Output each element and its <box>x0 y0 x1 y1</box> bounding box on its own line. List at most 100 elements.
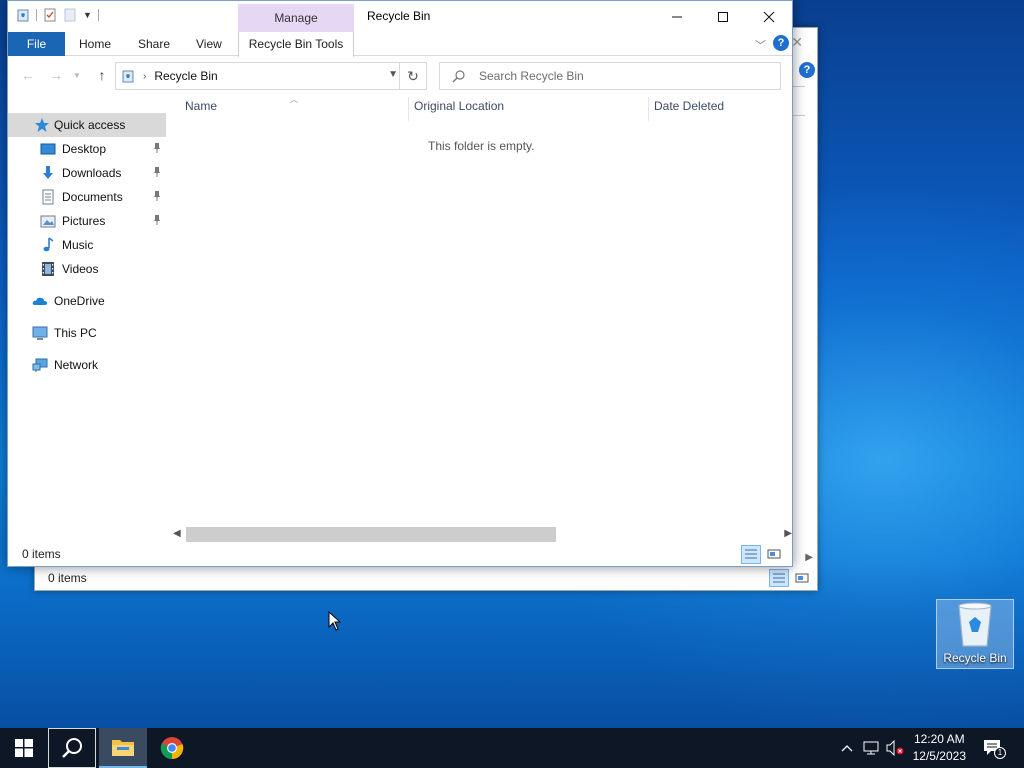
folder-icon <box>112 740 134 756</box>
sidebar-item-documents[interactable]: Documents <box>8 185 166 209</box>
help-icon[interactable]: ? <box>799 62 815 78</box>
action-center-button[interactable]: 1 <box>982 738 1006 761</box>
taskbar: 12:20 AM 12/5/2023 1 <box>0 728 1024 768</box>
system-tray: 12:20 AM 12/5/2023 1 <box>824 728 1024 768</box>
column-header-date-deleted[interactable]: Date Deleted <box>654 99 724 113</box>
search-box[interactable] <box>439 62 781 90</box>
start-button[interactable] <box>0 728 48 768</box>
customize-toolbar-icon[interactable]: ▼ <box>83 10 92 20</box>
close-button[interactable] <box>746 1 792 32</box>
column-header-name[interactable]: Name <box>185 99 217 113</box>
sidebar-item-pictures[interactable]: Pictures <box>8 209 166 233</box>
sidebar-item-network[interactable]: Network <box>8 353 166 377</box>
toolbar-divider <box>97 9 99 21</box>
search-icon <box>452 70 465 83</box>
recycle-bin-icon <box>958 602 992 647</box>
taskbar-search-button[interactable] <box>48 728 96 768</box>
help-icon[interactable]: ? <box>773 35 789 51</box>
column-divider[interactable] <box>408 97 409 121</box>
properties-icon[interactable] <box>43 8 57 22</box>
title-bar[interactable]: ▼ Manage Recycle Bin <box>8 1 792 32</box>
toolbar-divider <box>36 9 37 21</box>
notification-count-badge: 1 <box>994 747 1006 759</box>
details-view-button[interactable] <box>741 545 761 564</box>
recycle-bin-window[interactable]: ▼ Manage Recycle Bin File Home Share Vie… <box>7 0 793 567</box>
back-arrow-icon[interactable]: ← <box>18 65 38 85</box>
search-icon <box>62 738 82 758</box>
breadcrumb[interactable]: Recycle Bin <box>154 69 217 83</box>
forward-arrow-icon[interactable]: → <box>46 65 66 85</box>
volume-button[interactable] <box>884 728 906 768</box>
background-view-toggle[interactable] <box>769 569 811 587</box>
close-icon[interactable]: ✕ <box>791 34 803 51</box>
tab-share[interactable]: Share <box>127 32 181 56</box>
sidebar-item-quick-access[interactable]: Quick access <box>8 113 166 137</box>
recent-locations-chevron-icon[interactable]: ▼ <box>70 65 84 85</box>
scroll-right-icon[interactable]: ▶ <box>784 528 792 539</box>
breadcrumb-separator-icon[interactable]: › <box>143 71 146 82</box>
document-icon <box>42 189 54 205</box>
computer-icon <box>32 326 48 340</box>
network-status-button[interactable] <box>860 728 882 768</box>
show-hidden-icons-button[interactable] <box>836 728 858 768</box>
maximize-button[interactable] <box>700 1 746 32</box>
film-strip-icon <box>42 262 54 276</box>
sidebar-item-label: Desktop <box>62 142 107 156</box>
clock-time: 12:20 AM <box>913 732 965 746</box>
column-divider[interactable] <box>648 97 649 121</box>
sidebar-item-label: Videos <box>62 262 99 276</box>
music-note-icon <box>43 237 54 252</box>
tab-file[interactable]: File <box>8 32 65 56</box>
clock-date: 12/5/2023 <box>912 749 966 763</box>
tab-view[interactable]: View <box>185 32 233 56</box>
scroll-right-icon[interactable]: ▶ <box>805 552 813 563</box>
tab-recycle-bin-tools[interactable]: Recycle Bin Tools <box>238 32 354 57</box>
pin-icon[interactable] <box>152 166 162 178</box>
search-input[interactable] <box>479 69 759 83</box>
manage-contextual-tab[interactable]: Manage <box>238 4 354 32</box>
large-icons-view-icon[interactable] <box>793 569 811 587</box>
pin-icon[interactable] <box>152 142 162 154</box>
clock[interactable]: 12:20 AM 12/5/2023 <box>913 731 966 765</box>
new-folder-icon[interactable] <box>63 8 77 22</box>
recycle-bin-small-icon[interactable] <box>16 8 30 22</box>
desktop-icon <box>40 143 56 155</box>
sort-ascending-icon: ︿ <box>290 95 298 104</box>
pin-icon[interactable] <box>152 190 162 202</box>
minimize-button[interactable] <box>654 1 700 32</box>
scroll-left-icon[interactable]: ◀ <box>173 528 181 539</box>
horizontal-scrollbar[interactable]: ◀ ▶ <box>170 526 792 543</box>
taskbar-file-explorer[interactable] <box>99 728 147 768</box>
address-dropdown-chevron-icon[interactable]: ▼ <box>388 69 398 80</box>
background-window-edge <box>791 86 805 116</box>
minimize-icon <box>672 16 682 17</box>
tab-home[interactable]: Home <box>68 32 122 56</box>
desktop-recycle-bin-shortcut[interactable]: Recycle Bin <box>936 599 1014 669</box>
sidebar-item-desktop[interactable]: Desktop <box>8 137 166 161</box>
close-icon <box>763 11 775 22</box>
desktop-icon-label: Recycle Bin <box>943 651 1007 665</box>
refresh-button[interactable]: ↻ <box>399 63 426 89</box>
details-view-icon[interactable] <box>769 569 789 587</box>
taskbar-chrome[interactable] <box>148 728 196 768</box>
sidebar-item-music[interactable]: Music <box>8 233 166 257</box>
scrollbar-thumb[interactable] <box>186 527 556 542</box>
sidebar-item-downloads[interactable]: Downloads <box>8 161 166 185</box>
quick-access-toolbar: ▼ <box>16 8 99 22</box>
network-icon <box>32 358 48 372</box>
background-status-text: 0 items <box>48 571 87 585</box>
sidebar-item-this-pc[interactable]: This PC <box>8 321 166 345</box>
expand-ribbon-chevron-icon[interactable]: ﹀ <box>755 37 766 53</box>
maximize-icon <box>718 11 728 22</box>
view-toggle <box>741 545 784 564</box>
recycle-bin-small-icon <box>122 70 134 83</box>
address-bar[interactable]: › Recycle Bin ▼ ↻ <box>115 62 427 90</box>
details-view-icon <box>745 549 757 559</box>
sidebar-item-videos[interactable]: Videos <box>8 257 166 281</box>
up-arrow-icon[interactable]: ↑ <box>92 65 112 85</box>
pin-icon[interactable] <box>152 214 162 226</box>
column-header-original-location[interactable]: Original Location <box>414 99 504 113</box>
large-icons-view-button[interactable] <box>764 545 784 564</box>
sidebar-item-onedrive[interactable]: OneDrive <box>8 289 166 313</box>
sidebar-item-label: Network <box>54 358 99 372</box>
